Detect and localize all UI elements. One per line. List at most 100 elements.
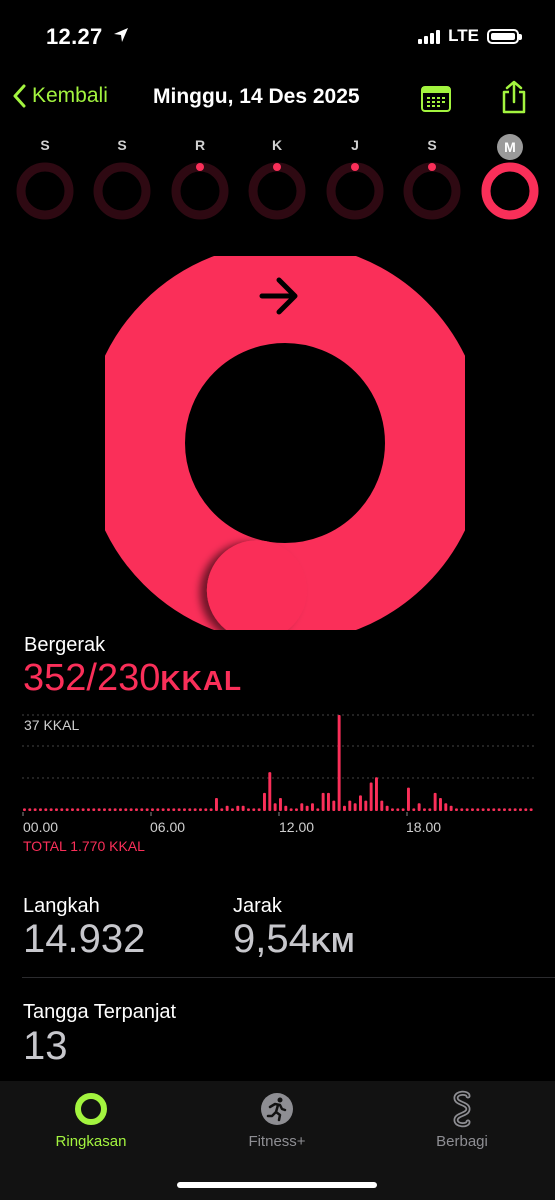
chart-bar [289,808,293,811]
chart-bar [87,808,90,811]
status-indicators: LTE [418,26,522,46]
chart-bar [172,808,176,811]
chart-bar [241,805,245,811]
chart-bar [220,808,224,811]
chart-bar [204,808,208,811]
chart-bar [209,808,213,811]
chart-bar [33,808,37,811]
chart-bar [60,808,64,811]
tab-label: Ringkasan [55,1133,127,1150]
distance-value: 9,54KM [233,917,355,961]
day-6[interactable]: M [481,134,539,220]
status-time: 12.27 [46,24,103,49]
chart-bar [407,787,410,811]
chart-bar [23,808,26,811]
chart-bar [433,792,437,811]
chart-bar [268,772,272,811]
back-label: Kembali [32,84,108,107]
page-title: Minggu, 14 Des 2025 [153,85,360,108]
share-button[interactable] [501,80,527,114]
chart-bar [305,805,309,811]
day-letter: S [427,137,437,153]
activity-ring-icon [21,1089,161,1129]
day-ring [16,162,74,220]
chart-bar [177,808,181,811]
chart-bar [481,808,485,811]
chart-bar [295,808,298,811]
network-type: LTE [448,26,479,45]
chart-bar [167,808,170,811]
chart-bar [76,808,80,811]
stairs-value: 13 [23,1024,68,1068]
chart-bar [263,792,266,811]
day-3[interactable]: K [248,134,306,220]
chart-bar [28,808,32,811]
day-5[interactable]: S [403,134,461,220]
chart-bar [343,805,346,811]
chart-bar [508,808,512,811]
chart-bar [49,808,53,811]
location-arrow-icon [112,26,130,49]
total-calories: TOTAL 1.770 KKAL [23,838,145,854]
chevron-left-icon [13,84,26,108]
chart-bar [465,808,469,811]
chart-bar [353,803,357,811]
home-indicator[interactable] [177,1182,377,1188]
day-1[interactable]: S [93,134,151,220]
chart-bar [151,808,154,811]
chart-bar [396,808,400,811]
tab-fitness-plus[interactable]: Fitness+ [207,1089,347,1150]
day-letter: S [117,137,127,153]
day-ring [171,162,229,220]
tick-label: 12.00 [279,819,315,835]
calendar-button[interactable] [421,85,451,112]
chart-bar [327,792,330,811]
move-value: 352/230KKAL [23,657,243,699]
sharing-icon [392,1089,532,1129]
chart-bar [375,777,378,811]
back-button[interactable]: Kembali [12,84,108,108]
chart-bar [401,808,405,811]
chart-bar [359,795,362,811]
chart-bar [284,805,288,811]
divider [22,977,555,978]
chart-bar [193,808,197,811]
chart-bar [428,808,432,811]
chart-bar [444,803,448,811]
chart-bar [417,803,421,811]
chart-bar [156,808,160,811]
chart-bar [247,808,250,811]
chart-bar [188,808,192,811]
chart-bar [455,808,458,811]
tab-sharing[interactable]: Berbagi [392,1089,532,1150]
calendar-icon [421,86,451,112]
day-letter: M [497,134,523,160]
day-2[interactable]: R [171,134,229,220]
chart-bar [44,808,48,811]
chart-bar [364,800,368,811]
tick-label: 18.00 [406,819,442,835]
day-0[interactable]: S [16,134,74,220]
day-ring [481,162,539,220]
chart-bar [487,808,490,811]
day-4[interactable]: J [326,134,384,220]
chart-bar [529,808,533,811]
chart-bar [135,808,138,811]
day-ring [93,162,151,220]
move-ring[interactable] [85,243,485,643]
chart-bar [81,808,85,811]
distance-label: Jarak [233,895,282,917]
tab-summary[interactable]: Ringkasan [21,1089,161,1150]
chart-bar [108,808,112,811]
chart-bar [460,808,464,811]
chart-bar [300,803,304,811]
chart-bar [513,808,517,811]
cellular-signal-icon [418,28,441,44]
chart-bar [476,808,480,811]
chart-bar [55,808,58,811]
chart-bar [385,805,389,811]
chart-bar [92,808,96,811]
chart-bar [369,782,373,811]
runner-icon [207,1089,347,1129]
day-letter: R [194,137,206,153]
